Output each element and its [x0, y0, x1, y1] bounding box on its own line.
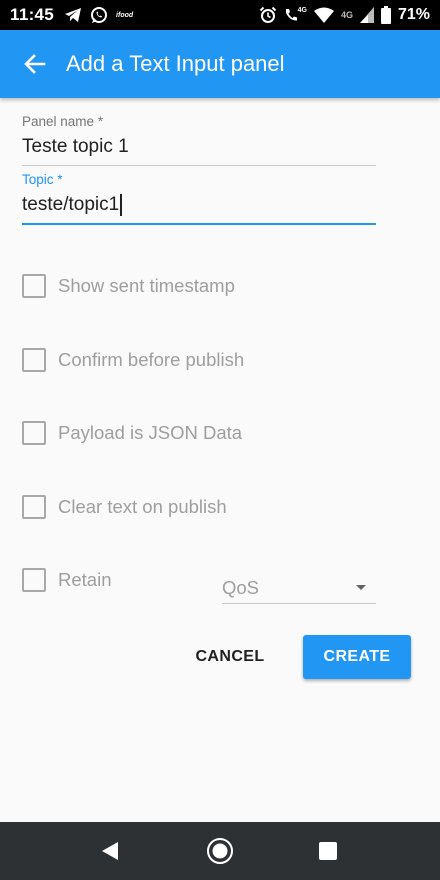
recents-square-icon — [319, 842, 337, 860]
network-type-label: 4G — [340, 10, 353, 20]
checkbox-box[interactable] — [22, 421, 46, 445]
cancel-button[interactable]: CANCEL — [184, 637, 276, 677]
app-bar: Add a Text Input panel — [0, 30, 440, 98]
retain-checkbox[interactable]: Retain — [22, 568, 111, 592]
qos-placeholder: QoS — [222, 576, 260, 598]
system-nav-bar — [0, 822, 440, 880]
topic-field[interactable]: Topic * teste/topic1 — [22, 172, 376, 225]
back-button[interactable] — [0, 30, 70, 98]
nav-home-button[interactable] — [190, 822, 250, 880]
panel-name-label: Panel name * — [22, 114, 104, 129]
volte-call-icon: 4G — [284, 7, 307, 23]
status-time: 11:45 — [10, 5, 55, 24]
alarm-icon — [259, 6, 276, 23]
home-circle-icon — [207, 838, 233, 864]
checkbox-box[interactable] — [22, 274, 46, 298]
dropdown-caret-icon — [356, 585, 366, 590]
status-bar: 11:45 ifood 4G 4G 71% — [0, 0, 440, 30]
panel-name-input[interactable]: Teste topic 1 — [22, 135, 376, 159]
checkbox-box[interactable] — [22, 568, 46, 592]
clear-text-on-publish-checkbox[interactable]: Clear text on publish — [22, 495, 227, 519]
ifood-icon: ifood — [116, 11, 134, 19]
checkbox-label: Payload is JSON Data — [58, 422, 243, 443]
page-title: Add a Text Input panel — [66, 51, 285, 76]
panel-name-field[interactable]: Panel name * Teste topic 1 — [22, 114, 376, 166]
qos-dropdown[interactable]: QoS — [222, 572, 376, 604]
topic-input[interactable]: teste/topic1 — [22, 193, 376, 217]
checkbox-label: Retain — [58, 569, 112, 590]
checkbox-label: Confirm before publish — [58, 349, 245, 370]
topic-underline — [22, 223, 376, 225]
checkbox-box[interactable] — [22, 495, 46, 519]
system-icons: 4G 4G 71% — [259, 6, 430, 24]
text-cursor — [120, 194, 122, 216]
payload-json-checkbox[interactable]: Payload is JSON Data — [22, 421, 242, 445]
notification-icons: ifood — [64, 6, 133, 24]
nav-recents-button[interactable] — [298, 822, 358, 880]
whatsapp-icon — [91, 7, 108, 23]
checkbox-label: Show sent timestamp — [58, 275, 235, 296]
wifi-icon — [313, 7, 334, 23]
battery-icon — [380, 6, 391, 24]
panel-name-underline — [22, 165, 376, 166]
signal-icon — [359, 7, 374, 23]
telegram-icon — [65, 8, 82, 22]
create-button[interactable]: CREATE — [303, 635, 411, 679]
back-triangle-icon — [102, 842, 118, 860]
topic-label: Topic * — [22, 172, 63, 187]
arrow-left-icon — [24, 54, 46, 74]
checkbox-box[interactable] — [22, 348, 46, 372]
confirm-before-publish-checkbox[interactable]: Confirm before publish — [22, 348, 244, 372]
battery-percentage: 71% — [397, 6, 430, 23]
checkbox-label: Clear text on publish — [58, 496, 227, 517]
show-sent-timestamp-checkbox[interactable]: Show sent timestamp — [22, 274, 235, 298]
nav-back-button[interactable] — [80, 822, 140, 880]
